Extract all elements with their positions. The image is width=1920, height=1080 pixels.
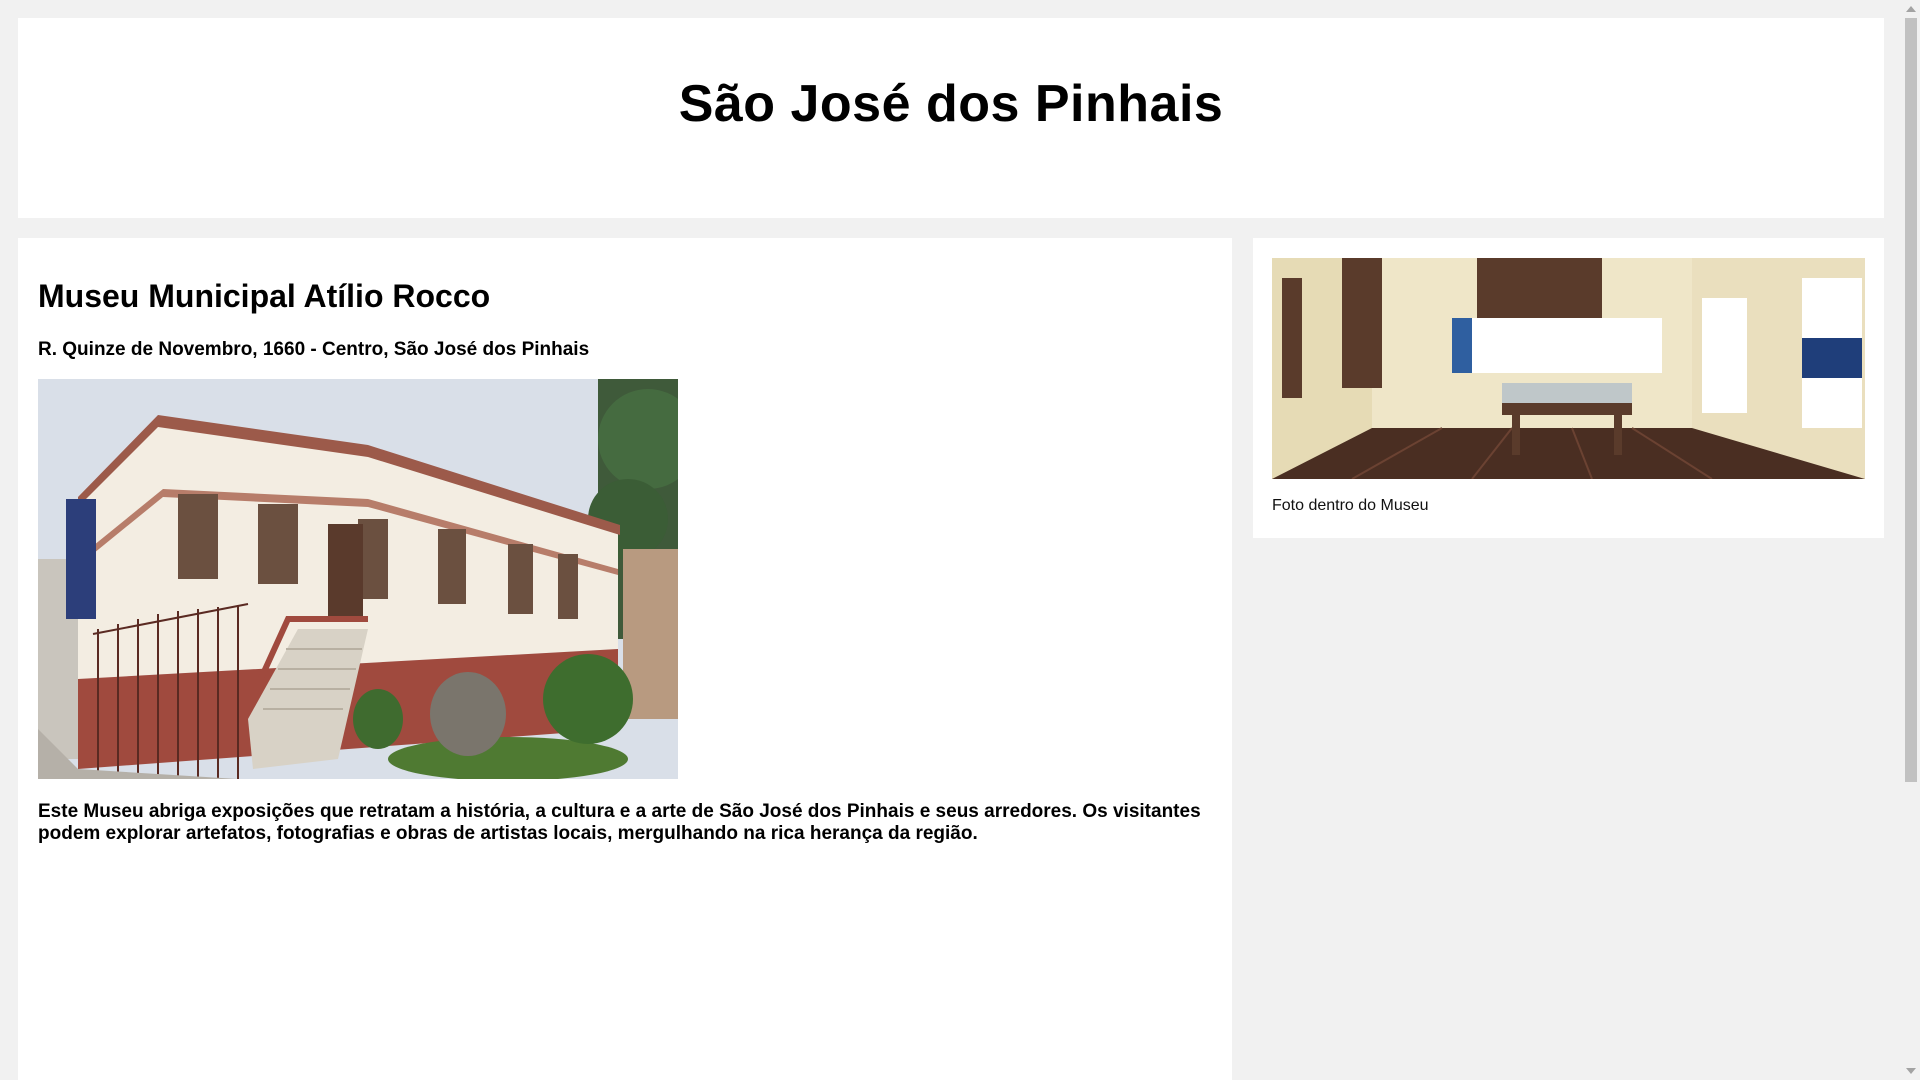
scroll-up-arrow-icon[interactable] [1906,6,1916,12]
scrollbar-thumb[interactable] [1905,18,1917,782]
museum-exterior-photo [38,379,678,779]
page: São José dos Pinhais Museu Municipal Atí… [0,0,1920,1080]
site-title: São José dos Pinhais [678,75,1224,133]
museum-description: Este Museu abriga exposições que retrata… [38,801,1201,844]
scroll-down-arrow-icon[interactable] [1906,1068,1916,1074]
main-content-card: Museu Municipal Atílio Rocco R. Quinze d… [18,238,1232,1080]
museum-title: Museu Municipal Atílio Rocco [38,278,491,314]
sidebar-card: Foto dentro do Museu [1253,238,1884,538]
site-header: São José dos Pinhais [18,18,1884,218]
vertical-scrollbar[interactable] [1902,0,1920,1080]
museum-address: R. Quinze de Novembro, 1660 - Centro, Sã… [38,339,590,360]
interior-photo-caption: Foto dentro do Museu [1272,497,1429,514]
museum-interior-photo [1272,258,1865,479]
